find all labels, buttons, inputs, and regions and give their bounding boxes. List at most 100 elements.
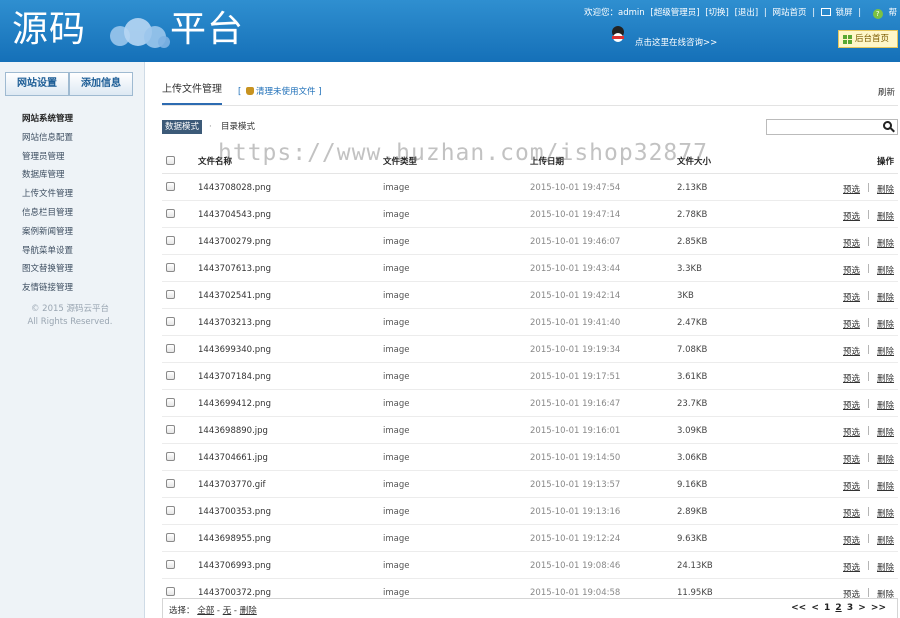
help-icon: ?: [872, 9, 883, 19]
row-checkbox[interactable]: [166, 236, 175, 245]
preview-link[interactable]: 预选: [843, 372, 860, 384]
row-checkbox[interactable]: [166, 263, 175, 272]
table-row: 1443704543.png image 2015-10-01 19:47:14 2.…: [162, 201, 898, 228]
preview-link[interactable]: 预选: [843, 453, 860, 465]
select-none-link[interactable]: 无: [223, 606, 232, 616]
upload-date: 2015-10-01 19:08:46: [530, 561, 621, 571]
site-home-link[interactable]: 网站首页: [772, 8, 806, 18]
delete-link[interactable]: 删除: [877, 426, 894, 438]
preview-link[interactable]: 预选: [843, 291, 860, 303]
delete-link[interactable]: 删除: [877, 561, 894, 573]
row-checkbox[interactable]: [166, 452, 175, 461]
delete-link[interactable]: 删除: [877, 264, 894, 276]
sidebar-item-admins[interactable]: 管理员管理: [22, 148, 73, 167]
preview-link[interactable]: 预选: [843, 210, 860, 222]
first-page-link[interactable]: <<: [791, 603, 806, 613]
preview-link[interactable]: 预选: [843, 399, 860, 411]
page-link-3[interactable]: 3: [847, 603, 853, 613]
directory-mode-button[interactable]: 目录模式: [221, 120, 255, 134]
grid-icon: [843, 35, 852, 44]
page-link-1[interactable]: 1: [824, 603, 830, 613]
row-checkbox[interactable]: [166, 290, 175, 299]
row-checkbox[interactable]: [166, 425, 175, 434]
action-separator: |: [867, 372, 870, 382]
delete-link[interactable]: 删除: [877, 183, 894, 195]
last-page-link[interactable]: >>: [871, 603, 886, 613]
file-type: image: [383, 237, 410, 247]
table-row: 1443704661.jpg image 2015-10-01 19:14:50 3.…: [162, 444, 898, 471]
delete-link[interactable]: 删除: [877, 237, 894, 249]
file-size: 2.47KB: [677, 318, 708, 328]
prev-page-link[interactable]: <: [811, 603, 819, 613]
row-checkbox[interactable]: [166, 506, 175, 515]
preview-link[interactable]: 预选: [843, 534, 860, 546]
row-checkbox[interactable]: [166, 398, 175, 407]
row-checkbox[interactable]: [166, 560, 175, 569]
delete-link[interactable]: 删除: [877, 372, 894, 384]
row-checkbox[interactable]: [166, 344, 175, 353]
next-page-link[interactable]: >: [858, 603, 866, 613]
file-type: image: [383, 183, 410, 193]
table-row: 1443703770.gif image 2015-10-01 19:13:57 9.…: [162, 471, 898, 498]
switch-link[interactable]: [切换]: [705, 8, 729, 18]
preview-link[interactable]: 预选: [843, 426, 860, 438]
preview-link[interactable]: 预选: [843, 183, 860, 195]
sidebar-item-site-config[interactable]: 网站信息配置: [22, 129, 73, 148]
search-input[interactable]: [766, 119, 898, 135]
row-checkbox[interactable]: [166, 209, 175, 218]
delete-link[interactable]: 删除: [877, 291, 894, 303]
file-type: image: [383, 210, 410, 220]
delete-link[interactable]: 删除: [877, 480, 894, 492]
sidebar-item-columns[interactable]: 信息栏目管理: [22, 204, 73, 223]
cleanup-link[interactable]: [ 清理未使用文件 ]: [238, 85, 322, 97]
delete-link[interactable]: 删除: [877, 534, 894, 546]
action-separator: |: [867, 183, 870, 193]
preview-link[interactable]: 预选: [843, 507, 860, 519]
sidebar-item-friend-links[interactable]: 友情链接管理: [22, 279, 73, 298]
delete-link[interactable]: 删除: [877, 210, 894, 222]
select-all-checkbox[interactable]: [166, 156, 175, 165]
row-checkbox[interactable]: [166, 479, 175, 488]
preview-link[interactable]: 预选: [843, 480, 860, 492]
refresh-link[interactable]: 刷新: [878, 86, 895, 98]
sidebar-item-image-replace[interactable]: 图文替换管理: [22, 260, 73, 279]
sidebar-item-database[interactable]: 数据库管理: [22, 166, 73, 185]
delete-link[interactable]: 删除: [877, 318, 894, 330]
row-checkbox[interactable]: [166, 587, 175, 596]
sidebar-item-system[interactable]: 网站系统管理: [22, 110, 73, 129]
delete-link[interactable]: 删除: [877, 399, 894, 411]
preview-link[interactable]: 预选: [843, 264, 860, 276]
page-link-2[interactable]: 2: [835, 603, 841, 613]
preview-link[interactable]: 预选: [843, 345, 860, 357]
row-checkbox[interactable]: [166, 182, 175, 191]
sidebar-item-uploads[interactable]: 上传文件管理: [22, 185, 73, 204]
lock-screen-link[interactable]: 锁屏: [835, 8, 852, 18]
tab-add-info[interactable]: 添加信息: [69, 72, 133, 96]
delete-link[interactable]: 删除: [877, 453, 894, 465]
search-icon[interactable]: [883, 121, 895, 133]
sidebar-item-news[interactable]: 案例新闻管理: [22, 223, 73, 242]
delete-link[interactable]: 删除: [877, 345, 894, 357]
tab-site-settings[interactable]: 网站设置: [5, 72, 69, 96]
row-checkbox[interactable]: [166, 317, 175, 326]
preview-link[interactable]: 预选: [843, 237, 860, 249]
preview-link[interactable]: 预选: [843, 318, 860, 330]
site-logo[interactable]: 源码 平台: [12, 8, 262, 52]
admin-home-button[interactable]: 后台首页: [838, 30, 898, 48]
data-mode-button[interactable]: 数据模式: [162, 120, 203, 134]
select-all-link[interactable]: 全部: [197, 606, 214, 616]
logout-link[interactable]: [退出]: [735, 8, 759, 18]
delete-link[interactable]: 删除: [877, 507, 894, 519]
table-row: 1443699412.png image 2015-10-01 19:16:47 23…: [162, 390, 898, 417]
table-row: 1443700279.png image 2015-10-01 19:46:07 2.…: [162, 228, 898, 255]
row-checkbox[interactable]: [166, 533, 175, 542]
file-name: 1443698890.jpg: [198, 426, 268, 436]
preview-link[interactable]: 预选: [843, 561, 860, 573]
delete-selected-link[interactable]: 删除: [240, 606, 257, 616]
role-link[interactable]: [超级管理员]: [650, 8, 699, 18]
help-link[interactable]: 帮: [888, 8, 897, 18]
sidebar-item-nav-menu[interactable]: 导航菜单设置: [22, 242, 73, 261]
qq-consult-link[interactable]: 点击这里在线咨询>>: [635, 36, 717, 48]
row-checkbox[interactable]: [166, 371, 175, 380]
upload-date: 2015-10-01 19:14:50: [530, 453, 621, 463]
